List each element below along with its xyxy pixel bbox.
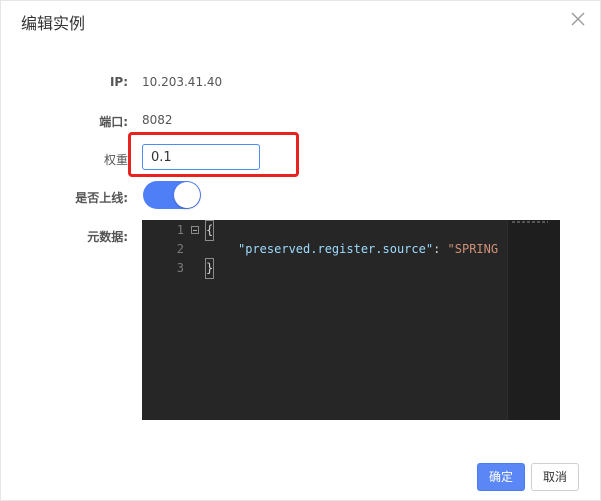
line-number: 1 — [176, 223, 184, 237]
port-value: 8082 — [142, 113, 173, 127]
minimap-line — [512, 221, 548, 223]
ip-value: 10.203.41.40 — [142, 75, 223, 89]
online-toggle[interactable] — [143, 181, 201, 209]
json-separator: : — [433, 242, 448, 256]
confirm-button[interactable]: 确定 — [477, 463, 525, 491]
dialog-title: 编辑实例 — [21, 14, 86, 33]
toggle-knob — [174, 182, 200, 208]
metadata-label: 元数据: — [87, 230, 128, 244]
editor-line: 2 "preserved.register.source": "SPRING — [142, 240, 560, 259]
port-label: 端口: — [99, 115, 128, 129]
editor-line: 3 } — [142, 258, 560, 279]
editor-line: 1 { — [142, 220, 560, 241]
edit-instance-dialog: 编辑实例 IP: 10.203.41.40 端口: 8082 权重 是否上线: … — [0, 0, 601, 501]
cancel-button[interactable]: 取消 — [531, 463, 579, 491]
close-icon[interactable] — [570, 11, 586, 27]
fold-collapse-icon[interactable] — [191, 226, 199, 234]
ip-label: IP: — [109, 75, 128, 89]
metadata-editor[interactable]: 1 { 2 "preserved.register.source": "SPRI… — [142, 220, 560, 420]
line-number: 3 — [176, 261, 184, 275]
highlight-annotation — [128, 132, 299, 177]
code-text: } — [204, 258, 215, 279]
weight-label: 权重 — [103, 153, 128, 167]
editor-minimap[interactable] — [507, 220, 560, 420]
code-text: { — [204, 220, 215, 241]
online-label: 是否上线: — [75, 191, 128, 205]
code-text: "preserved.register.source": "SPRING — [238, 240, 498, 259]
line-number: 2 — [176, 242, 184, 256]
json-value: "SPRING — [447, 242, 499, 256]
json-key: "preserved.register.source" — [238, 242, 434, 256]
